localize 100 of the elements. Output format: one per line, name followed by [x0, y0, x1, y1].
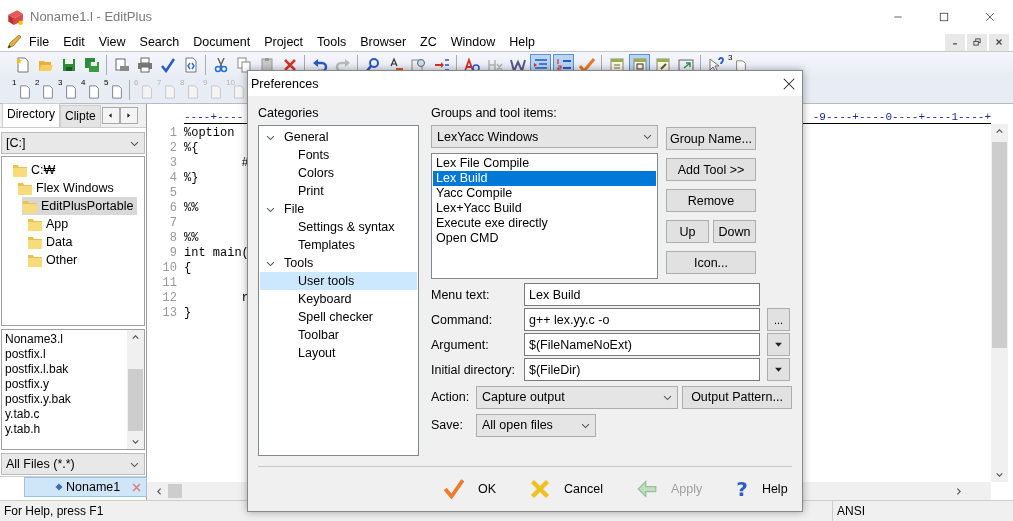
- dialog-title: Preferences: [251, 76, 319, 91]
- numbered-page-button[interactable]: 2: [35, 79, 56, 102]
- category-item[interactable]: Toolbar: [260, 326, 417, 344]
- menu-item[interactable]: ZC: [413, 35, 444, 49]
- tool-list-item[interactable]: Lex+Yacc Build: [433, 201, 656, 216]
- category-item[interactable]: User tools: [260, 272, 417, 290]
- menu-item[interactable]: Browser: [353, 35, 414, 49]
- folder-icon: [27, 234, 43, 250]
- dialog-button[interactable]: Up: [666, 220, 709, 243]
- sidebar-tab[interactable]: Directory: [2, 103, 60, 127]
- category-item[interactable]: Layout: [260, 344, 417, 362]
- folder-tree-item[interactable]: App: [27, 215, 73, 233]
- numbered-page-button[interactable]: 5: [104, 79, 125, 102]
- input-field[interactable]: g++ lex.yy.c -o: [524, 308, 760, 331]
- scroll-right-icon[interactable]: [954, 486, 963, 496]
- dropdown-button[interactable]: [767, 333, 790, 356]
- scroll-up-icon[interactable]: [131, 333, 140, 342]
- folder-tree-item[interactable]: Data: [27, 233, 77, 251]
- folder-tree-item[interactable]: Flex Windows: [17, 179, 118, 197]
- category-item[interactable]: Colors: [260, 164, 417, 182]
- page-icon: [87, 84, 101, 101]
- check-icon: [444, 479, 464, 499]
- browse-button[interactable]: ...: [767, 308, 790, 331]
- document-tab[interactable]: Noname1: [24, 477, 148, 497]
- file-list-item[interactable]: y.tab.h: [5, 422, 124, 437]
- close-icon[interactable]: [782, 76, 796, 91]
- line-number: 7: [168, 216, 177, 231]
- group-dropdown[interactable]: LexYacc Windows: [431, 125, 658, 148]
- scrollbar-thumb[interactable]: [992, 142, 1007, 348]
- scroll-down-icon[interactable]: [995, 470, 1004, 479]
- tool-list-item[interactable]: Yacc Compile: [433, 186, 656, 201]
- scroll-up-icon[interactable]: [995, 127, 1004, 136]
- numbered-page-button[interactable]: 3: [58, 79, 79, 102]
- file-list-item[interactable]: postfix.y.bak: [5, 392, 124, 407]
- tool-list-item[interactable]: Execute exe directly: [433, 216, 656, 231]
- menu-item[interactable]: Tools: [310, 35, 354, 49]
- page-icon: [110, 84, 124, 101]
- close-icon[interactable]: [984, 10, 996, 23]
- numbered-page-button[interactable]: 1: [12, 79, 33, 102]
- dialog-button[interactable]: Down: [713, 220, 756, 243]
- category-item[interactable]: File: [260, 200, 417, 218]
- tool-list-item[interactable]: Lex File Compile: [433, 156, 656, 171]
- dialog-button[interactable]: Remove: [666, 189, 756, 212]
- file-list-item[interactable]: postfix.y: [5, 377, 124, 392]
- menu-item[interactable]: Document: [186, 35, 258, 49]
- file-list-item[interactable]: postfix.l.bak: [5, 362, 124, 377]
- dialog-button[interactable]: ? Help: [730, 475, 794, 503]
- scrollbar-thumb[interactable]: [128, 368, 143, 431]
- line-number: 11: [161, 276, 177, 291]
- menu-item[interactable]: Edit: [56, 35, 92, 49]
- menu-item[interactable]: Project: [257, 35, 311, 49]
- folder-tree-item[interactable]: C:₩: [12, 161, 60, 179]
- menu-item[interactable]: Window: [443, 35, 503, 49]
- dialog-button[interactable]: Group Name...: [666, 127, 756, 150]
- dialog-button[interactable]: OK: [438, 475, 503, 503]
- folder-icon: [12, 162, 28, 178]
- menu-item[interactable]: View: [91, 35, 133, 49]
- scrollbar-thumb[interactable]: [168, 484, 182, 498]
- restore-icon[interactable]: [972, 37, 982, 47]
- scroll-down-icon[interactable]: [131, 437, 140, 446]
- folder-tree-item[interactable]: EditPlusPortable: [22, 197, 138, 215]
- tool-list-item[interactable]: Open CMD: [433, 231, 656, 246]
- field-label: Save:: [431, 418, 464, 432]
- page-icon: [18, 84, 32, 101]
- maximize-icon[interactable]: [938, 10, 950, 23]
- tool-list-item[interactable]: Lex Build: [433, 171, 656, 186]
- code-line: %option: [184, 126, 235, 141]
- category-item[interactable]: Spell checker: [260, 308, 417, 326]
- input-field[interactable]: Lex Build: [524, 283, 760, 306]
- window-title: Noname1.l - EditPlus: [30, 9, 154, 24]
- file-list-item[interactable]: postfix.l: [5, 347, 124, 362]
- file-list-item[interactable]: y.tab.c: [5, 407, 124, 422]
- category-item[interactable]: Print: [260, 182, 417, 200]
- dialog-button[interactable]: Cancel: [524, 475, 609, 503]
- menu-item[interactable]: Help: [502, 35, 542, 49]
- menu-item[interactable]: Search: [132, 35, 187, 49]
- action-dropdown[interactable]: Capture output: [476, 385, 678, 409]
- line-number: 4: [168, 171, 177, 186]
- category-item[interactable]: Keyboard: [260, 290, 417, 308]
- drive-dropdown[interactable]: [C:]: [1, 132, 145, 154]
- dialog-button[interactable]: Icon...: [666, 251, 756, 274]
- scroll-left-icon[interactable]: [155, 486, 164, 496]
- category-item[interactable]: Fonts: [260, 146, 417, 164]
- category-item[interactable]: General: [260, 128, 417, 146]
- numbered-page-button[interactable]: 4: [81, 79, 102, 102]
- input-field[interactable]: $(FileNameNoExt): [524, 333, 760, 356]
- dropdown-button[interactable]: [767, 358, 790, 381]
- close-icon[interactable]: [994, 37, 1004, 47]
- input-field[interactable]: $(FileDir): [524, 358, 760, 381]
- sidebar-tab[interactable]: Clipte: [60, 105, 101, 127]
- dialog-button[interactable]: Output Pattern...: [682, 385, 792, 409]
- file-filter-dropdown[interactable]: All Files (*.*): [1, 453, 145, 475]
- save-dropdown[interactable]: All open files: [476, 413, 596, 437]
- category-item[interactable]: Tools: [260, 254, 417, 272]
- category-item[interactable]: Templates: [260, 236, 417, 254]
- file-list-item[interactable]: Noname3.l: [5, 332, 124, 347]
- dialog-button[interactable]: Add Tool >>: [666, 158, 756, 181]
- menu-item[interactable]: File: [22, 35, 57, 49]
- category-item[interactable]: Settings & syntax: [260, 218, 417, 236]
- folder-tree-item[interactable]: Other: [27, 251, 82, 269]
